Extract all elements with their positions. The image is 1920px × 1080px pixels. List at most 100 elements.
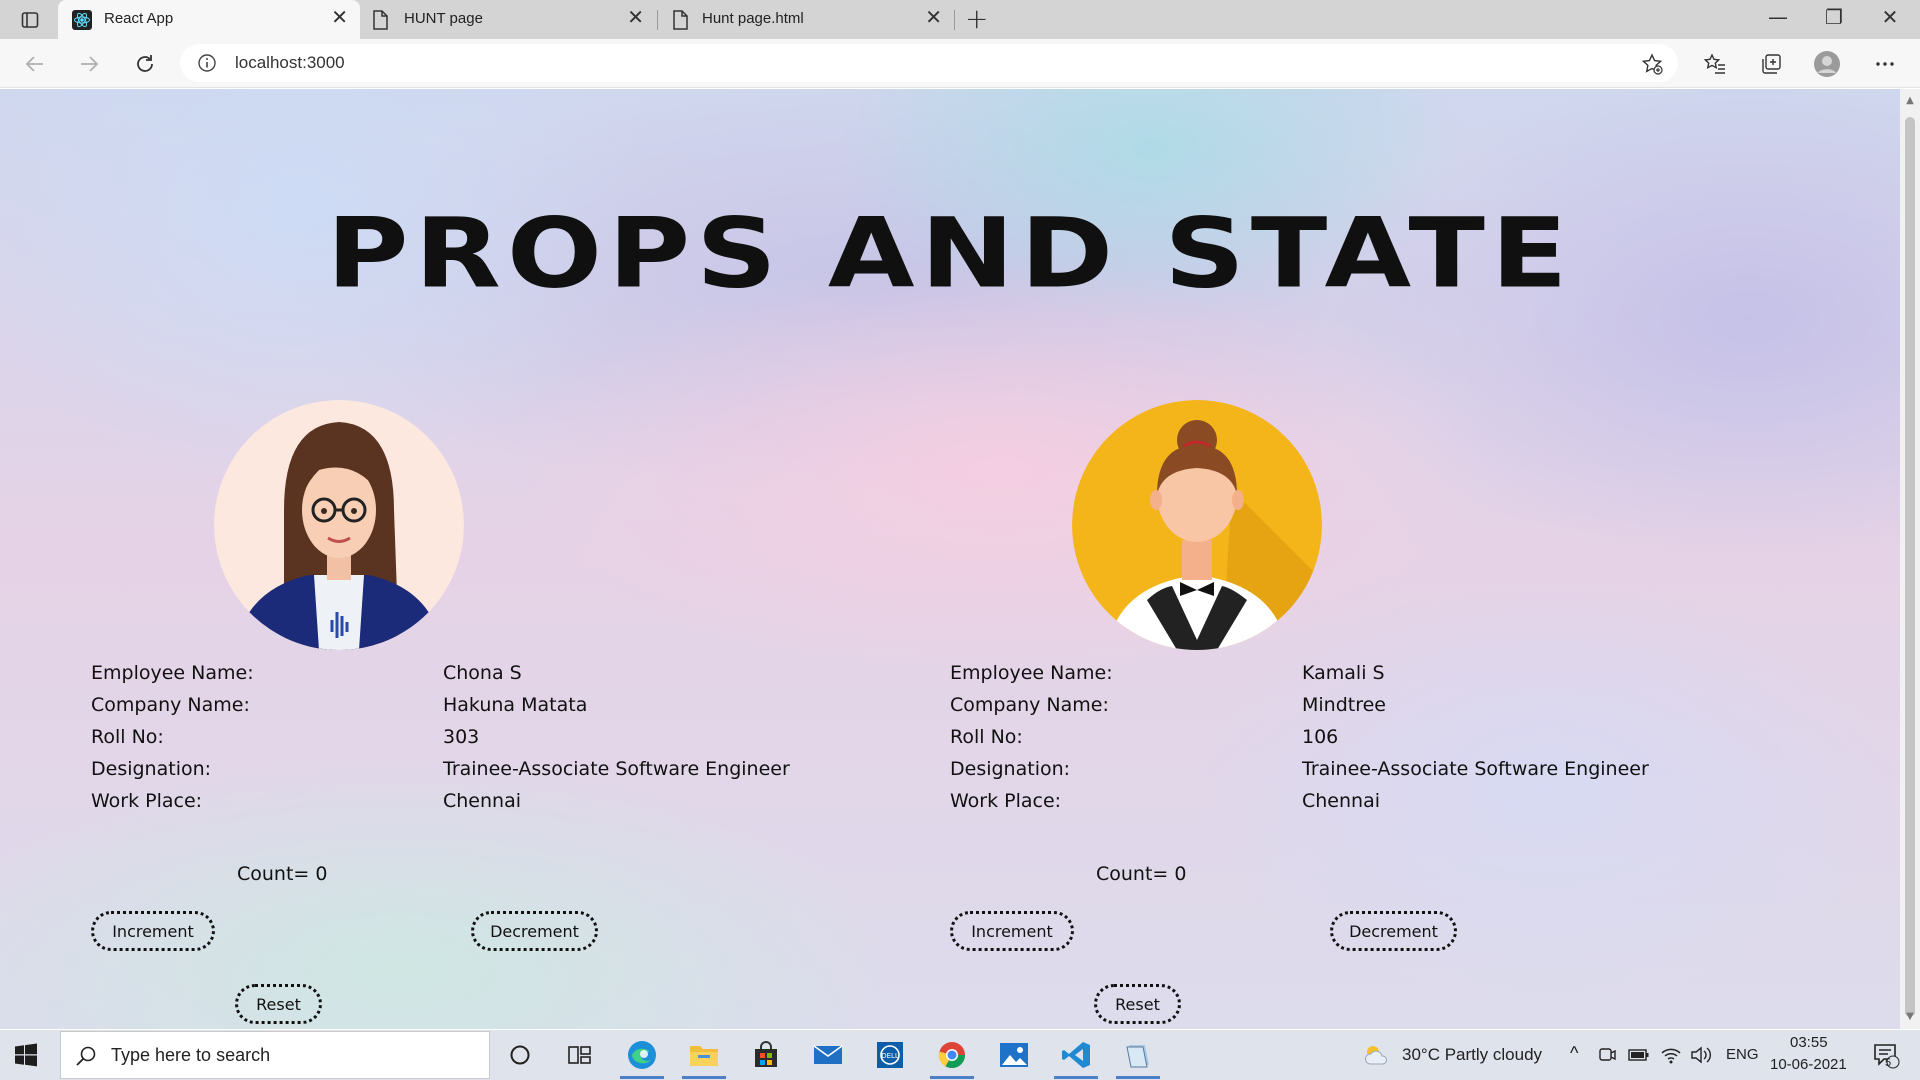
vscode-icon[interactable] [1058, 1037, 1094, 1073]
volume-icon[interactable] [1688, 1037, 1714, 1073]
company-name-label: Company Name: [950, 694, 1109, 716]
notification-count: 5 [1885, 1057, 1892, 1069]
more-options-icon[interactable] [1870, 49, 1900, 79]
scroll-thumb[interactable] [1905, 117, 1915, 1017]
store-icon[interactable] [748, 1037, 784, 1073]
designation-label: Designation: [950, 758, 1071, 780]
designation-label: Designation: [91, 758, 212, 780]
favorites-icon[interactable] [1700, 49, 1730, 79]
roll-no-label: Roll No: [91, 726, 164, 748]
address-bar[interactable]: localhost:3000 [180, 44, 1678, 82]
reset-button[interactable]: Reset [1094, 984, 1181, 1024]
taskbar: Type here to search DELL 30°C Partly clo… [0, 1030, 1920, 1080]
active-app-indicator [1116, 1076, 1160, 1079]
company-name-label: Company Name: [91, 694, 250, 716]
page-title: PROPS AND STATE [326, 198, 1574, 310]
notepad-icon[interactable] [1120, 1037, 1156, 1073]
tab-react-app[interactable]: React App ✕ [58, 0, 360, 39]
employee-name-label: Employee Name: [950, 662, 1113, 684]
show-hidden-icons-icon[interactable]: ^ [1570, 1043, 1578, 1064]
profile-avatar[interactable] [1812, 49, 1842, 79]
page-icon [370, 10, 390, 30]
chrome-icon[interactable] [934, 1037, 970, 1073]
reset-button[interactable]: Reset [235, 984, 322, 1024]
work-place-label: Work Place: [950, 790, 1062, 812]
tab-title: HUNT page [404, 10, 483, 27]
scroll-up-icon[interactable]: ▲ [1904, 95, 1916, 107]
collections-icon[interactable] [1756, 49, 1786, 79]
work-place-label: Work Place: [91, 790, 203, 812]
browser-toolbar: localhost:3000 [0, 39, 1920, 88]
tab-actions-icon[interactable] [15, 8, 45, 32]
cortana-icon[interactable] [502, 1037, 538, 1073]
page-content: PROPS AND STATE Employee Name: Chona S C… [0, 89, 1900, 1029]
mail-icon[interactable] [810, 1037, 846, 1073]
react-icon [72, 10, 92, 30]
info-icon[interactable] [197, 53, 217, 73]
employee-name-label: Employee Name: [91, 662, 254, 684]
employee-name-value: Chona S [443, 662, 522, 684]
battery-icon[interactable] [1626, 1037, 1652, 1073]
clock-date[interactable]: 10-06-2021 [1770, 1056, 1847, 1073]
count-display: Count= 0 [237, 863, 328, 885]
close-icon[interactable]: ✕ [925, 8, 942, 28]
edge-icon[interactable] [624, 1037, 660, 1073]
url-text[interactable]: localhost:3000 [235, 53, 345, 73]
close-icon[interactable]: ✕ [627, 8, 644, 28]
decrement-button[interactable]: Decrement [1330, 911, 1457, 951]
tab-hunt-page[interactable]: HUNT page ✕ [360, 0, 656, 39]
svg-text:DELL: DELL [881, 1052, 899, 1060]
windows-start-icon[interactable] [14, 1043, 40, 1067]
wifi-icon[interactable] [1658, 1037, 1684, 1073]
refresh-icon[interactable] [130, 49, 160, 79]
active-app-indicator [930, 1076, 974, 1079]
close-icon[interactable]: ✕ [331, 8, 348, 28]
restore-button[interactable]: ❐ [1814, 5, 1854, 29]
company-name-value: Hakuna Matata [443, 694, 588, 716]
forward-icon[interactable] [74, 49, 104, 79]
search-icon [75, 1045, 97, 1067]
tab-bar: React App ✕ HUNT page ✕ Hunt page.html ✕… [0, 0, 1920, 39]
page-scrollbar[interactable]: ▲ ▼ [1900, 89, 1920, 1029]
designation-value: Trainee-Associate Software Engineer [1302, 758, 1649, 780]
search-placeholder: Type here to search [111, 1045, 271, 1065]
task-view-icon[interactable] [562, 1037, 598, 1073]
weather-icon[interactable] [1358, 1037, 1394, 1073]
waitress-avatar [1072, 400, 1322, 650]
weather-text[interactable]: 30°C Partly cloudy [1402, 1045, 1542, 1065]
tab-title: React App [104, 10, 174, 27]
increment-button[interactable]: Increment [950, 911, 1074, 951]
add-favorite-icon[interactable] [1640, 52, 1664, 76]
active-app-indicator [620, 1076, 664, 1079]
work-place-value: Chennai [443, 790, 522, 812]
file-explorer-icon[interactable] [686, 1037, 722, 1073]
back-icon[interactable] [20, 49, 50, 79]
new-tab-button[interactable]: + [965, 4, 988, 34]
work-place-value: Chennai [1302, 790, 1381, 812]
roll-no-label: Roll No: [950, 726, 1023, 748]
employee-name-value: Kamali S [1302, 662, 1385, 684]
roll-no-value: 303 [443, 726, 480, 748]
company-name-value: Mindtree [1302, 694, 1386, 716]
decrement-button[interactable]: Decrement [471, 911, 598, 951]
active-app-indicator [1054, 1076, 1098, 1079]
active-app-indicator [682, 1076, 726, 1079]
dell-icon[interactable]: DELL [872, 1037, 908, 1073]
photos-icon[interactable] [996, 1037, 1032, 1073]
language-indicator[interactable]: ENG [1726, 1046, 1759, 1063]
clock-time[interactable]: 03:55 [1790, 1034, 1828, 1051]
tab-hunt-page-html[interactable]: Hunt page.html ✕ [658, 0, 954, 39]
meet-now-icon[interactable] [1594, 1037, 1620, 1073]
increment-button[interactable]: Increment [91, 911, 215, 951]
roll-no-value: 106 [1302, 726, 1339, 748]
window-close-button[interactable]: ✕ [1870, 5, 1910, 29]
count-display: Count= 0 [1096, 863, 1187, 885]
minimize-button[interactable]: — [1758, 5, 1798, 29]
tab-separator [954, 10, 955, 30]
scroll-down-icon[interactable]: ▼ [1904, 1011, 1916, 1023]
taskbar-search-box[interactable]: Type here to search [60, 1031, 490, 1079]
designation-value: Trainee-Associate Software Engineer [443, 758, 790, 780]
tab-title: Hunt page.html [702, 10, 804, 27]
woman-with-glasses-avatar [214, 400, 464, 650]
page-icon [670, 10, 690, 30]
